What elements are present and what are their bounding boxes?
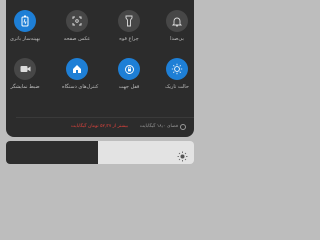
rotation-lock-icon <box>118 58 140 80</box>
quick-settings-screen: بهینه‌ساز باتری عکس صفحه چراغ قوه بی‌صدا <box>0 0 200 200</box>
quick-settings-panel: بهینه‌ساز باتری عکس صفحه چراغ قوه بی‌صدا <box>6 0 194 137</box>
flashlight-icon <box>118 10 140 32</box>
tile-label: حالت تاریک <box>165 84 189 90</box>
tile-flashlight[interactable]: چراغ قوه <box>114 10 144 42</box>
brightness-slider[interactable] <box>6 141 194 164</box>
screenshot-icon <box>66 10 88 32</box>
tile-silent[interactable]: بی‌صدا <box>162 10 192 42</box>
tile-label: کنترل‌های دستگاه <box>62 84 99 90</box>
tile-label: بی‌صدا <box>170 36 184 42</box>
home-icon <box>66 58 88 80</box>
tile-label: چراغ قوه <box>119 36 139 42</box>
tile-label: ضبط نمایشگر <box>10 84 40 90</box>
storage-indicator-icon <box>180 124 186 130</box>
battery-icon <box>14 10 36 32</box>
tile-screen-recorder[interactable]: ضبط نمایشگر <box>10 58 40 90</box>
storage-warning-text[interactable]: بیشتر از ۵۲٫۳۷ تومان گیگابایت <box>68 124 128 129</box>
dark-mode-icon <box>166 58 188 80</box>
divider <box>16 117 194 118</box>
bell-icon <box>166 10 188 32</box>
tile-rotation-lock[interactable]: قفل جهت <box>114 58 144 90</box>
tile-dark-mode[interactable]: حالت تاریک <box>162 58 192 90</box>
tile-battery-optimizer[interactable]: بهینه‌ساز باتری <box>10 10 40 42</box>
tile-screenshot[interactable]: عکس صفحه <box>62 10 92 42</box>
storage-usage-text: فضای ۱۸٫۰ گیگابایت <box>139 124 178 129</box>
video-camera-icon <box>14 58 36 80</box>
tile-label: عکس صفحه <box>63 36 91 42</box>
tile-label: بهینه‌ساز باتری <box>10 36 41 42</box>
tile-label: قفل جهت <box>118 84 140 90</box>
brightness-level-fill <box>6 141 98 164</box>
sun-icon <box>177 147 188 164</box>
tile-device-controls[interactable]: کنترل‌های دستگاه <box>62 58 99 90</box>
